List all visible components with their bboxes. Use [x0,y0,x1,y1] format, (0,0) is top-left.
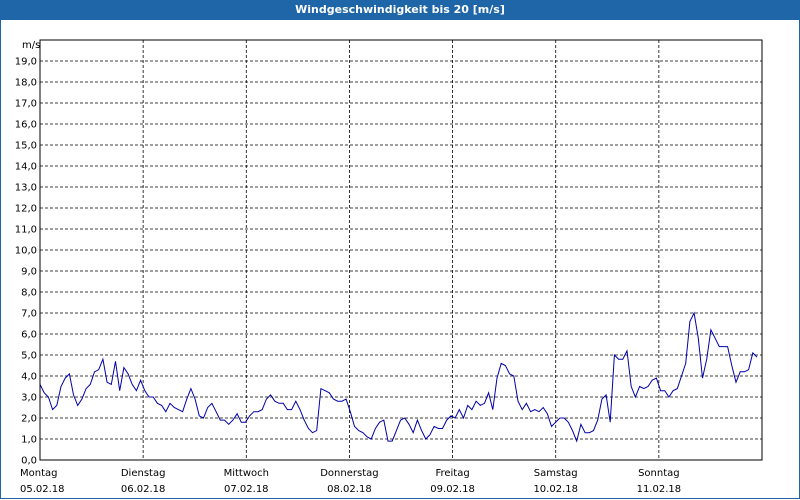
wind-speed-chart: 0,0 1,0 2,0 3,0 4,0 5,0 6,0 7,0 8,0 9,0 10,0 11,0 12… [15,39,763,495]
y-tick-label: 10,0 [15,246,37,257]
x-tick-date: 06.02.18 [121,484,166,495]
x-tick-date: 05.02.18 [20,484,65,495]
y-tick-label: 16,0 [15,120,37,131]
y-tick-label: 19,0 [15,57,37,68]
series-line [39,311,758,443]
y-tick-label: 13,0 [15,183,37,194]
x-tick-date: 09.02.18 [430,484,475,495]
x-tick-day: Donnerstag [320,468,378,479]
y-tick-label: 7,0 [21,309,37,320]
x-tick-day: Freitag [435,468,469,479]
y-tick-label: 11,0 [15,225,37,236]
y-tick-label: 4,0 [21,372,37,383]
x-tick-day: Mittwoch [224,468,269,479]
y-tick-label: 6,0 [21,330,37,341]
y-axis-ticks: 0,0 1,0 2,0 3,0 4,0 5,0 6,0 7,0 8,0 9,0 10,0 11,0 12… [15,57,37,467]
grid-lines [40,40,762,460]
y-tick-label: 18,0 [15,78,37,89]
y-tick-label: 0,0 [21,456,37,467]
y-axis-label: m/s [22,40,40,51]
x-tick-day: Dienstag [121,468,166,479]
y-tick-label: 3,0 [21,393,37,404]
x-tick-date: 10.02.18 [533,484,578,495]
y-tick-label: 12,0 [15,204,37,215]
x-axis-ticks: Montag 05.02.18 Dienstag 06.02.18 Mittwoch 07… [20,468,681,495]
y-tick-label: 1,0 [21,435,37,446]
x-tick-date: 11.02.18 [637,484,682,495]
x-tick-day: Montag [20,468,57,479]
y-tick-label: 8,0 [21,288,37,299]
y-tick-label: 17,0 [15,99,37,110]
y-tick-label: 15,0 [15,141,37,152]
y-tick-label: 9,0 [21,267,37,278]
y-tick-label: 14,0 [15,162,37,173]
x-tick-day: Samstag [534,468,578,479]
y-tick-label: 5,0 [21,351,37,362]
x-tick-date: 08.02.18 [327,484,372,495]
x-tick-day: Sonntag [638,468,680,479]
y-tick-label: 2,0 [21,414,37,425]
x-tick-date: 07.02.18 [224,484,269,495]
